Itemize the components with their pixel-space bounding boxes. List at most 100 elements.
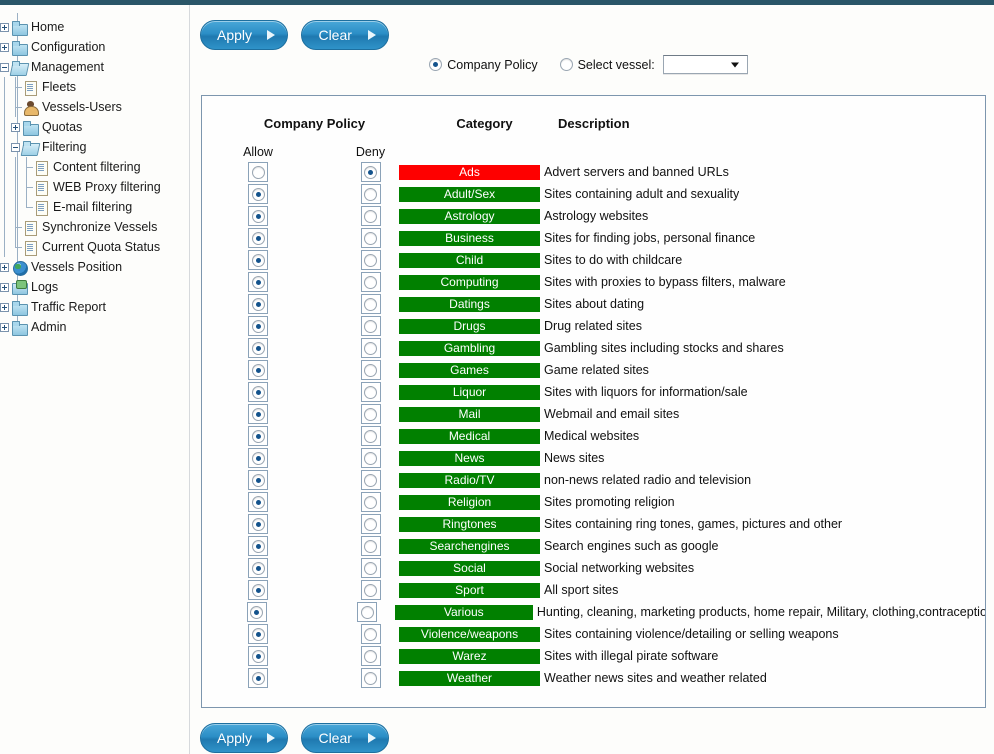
sidebar-item-e-mail-filtering[interactable]: E-mail filtering [0,197,189,217]
clear-button-bottom[interactable]: Clear [301,723,390,753]
allow-radio-box[interactable] [248,228,268,248]
sidebar-item-home[interactable]: Home [0,17,189,37]
deny-radio[interactable] [364,165,377,179]
expand-icon[interactable] [11,122,20,132]
allow-radio-box[interactable] [248,184,268,204]
deny-radio-box[interactable] [360,492,381,512]
sidebar-item-current-quota-status[interactable]: Current Quota Status [0,237,189,257]
vessel-dropdown[interactable] [662,55,748,74]
deny-radio[interactable] [364,187,377,201]
allow-radio-box[interactable] [248,382,268,402]
deny-radio-box[interactable] [360,580,381,600]
deny-radio-box[interactable] [360,272,381,292]
deny-radio[interactable] [364,495,377,509]
allow-radio[interactable] [250,605,264,619]
deny-radio[interactable] [364,671,377,685]
deny-radio[interactable] [364,319,377,333]
allow-radio[interactable] [251,561,265,575]
company-policy-radio[interactable] [429,58,443,71]
deny-radio-box[interactable] [360,360,381,380]
sidebar-item-logs[interactable]: Logs [0,277,189,297]
deny-radio[interactable] [364,539,377,553]
allow-radio-box[interactable] [248,316,268,336]
deny-radio[interactable] [364,627,377,641]
deny-radio[interactable] [364,429,377,443]
deny-radio-box[interactable] [360,184,381,204]
deny-radio[interactable] [364,561,377,575]
deny-radio[interactable] [364,253,377,267]
allow-radio-box[interactable] [246,602,267,622]
sidebar-item-management[interactable]: Management [0,57,189,77]
deny-radio[interactable] [364,517,377,531]
allow-radio[interactable] [251,363,265,377]
sidebar-item-web-proxy-filtering[interactable]: WEB Proxy filtering [0,177,189,197]
deny-radio-box[interactable] [360,624,381,644]
expand-icon[interactable] [0,22,9,32]
allow-radio-box[interactable] [248,206,268,226]
allow-radio[interactable] [251,451,265,465]
allow-radio[interactable] [251,517,265,531]
expand-icon[interactable] [0,302,9,312]
sidebar-item-content-filtering[interactable]: Content filtering [0,157,189,177]
deny-radio-box[interactable] [360,536,381,556]
deny-radio[interactable] [364,231,377,245]
allow-radio-box[interactable] [248,272,268,292]
deny-radio-box[interactable] [360,514,381,534]
deny-radio[interactable] [364,341,377,355]
deny-radio[interactable] [364,297,377,311]
allow-radio-box[interactable] [248,448,268,468]
allow-radio[interactable] [251,539,265,553]
select-vessel-radio[interactable] [559,58,573,71]
expand-icon[interactable] [0,42,9,52]
sidebar-item-synchronize-vessels[interactable]: Synchronize Vessels [0,217,189,237]
apply-button-bottom[interactable]: Apply [200,723,288,753]
allow-radio-box[interactable] [248,294,268,314]
deny-radio-box[interactable] [360,338,381,358]
allow-radio-box[interactable] [248,338,268,358]
sidebar-item-fleets[interactable]: Fleets [0,77,189,97]
allow-radio-box[interactable] [248,250,268,270]
deny-radio[interactable] [364,583,377,597]
allow-radio[interactable] [251,297,265,311]
allow-radio[interactable] [251,473,265,487]
sidebar-item-vessels-users[interactable]: Vessels-Users [0,97,189,117]
deny-radio-box[interactable] [360,316,381,336]
deny-radio-box[interactable] [360,228,381,248]
allow-radio[interactable] [251,429,265,443]
allow-radio[interactable] [251,209,265,223]
deny-radio-box[interactable] [360,426,381,446]
sidebar-item-traffic-report[interactable]: Traffic Report [0,297,189,317]
collapse-icon[interactable] [11,142,20,152]
deny-radio[interactable] [364,407,377,421]
sidebar-item-filtering[interactable]: Filtering [0,137,189,157]
sidebar-item-vessels-position[interactable]: Vessels Position [0,257,189,277]
expand-icon[interactable] [0,262,9,272]
deny-radio[interactable] [364,385,377,399]
deny-radio-box[interactable] [360,206,381,226]
allow-radio-box[interactable] [248,426,268,446]
allow-radio-box[interactable] [248,404,268,424]
allow-radio[interactable] [251,583,265,597]
allow-radio[interactable] [251,165,265,179]
deny-radio-box[interactable] [360,294,381,314]
deny-radio-box[interactable] [360,646,381,666]
sidebar-item-configuration[interactable]: Configuration [0,37,189,57]
sidebar-item-quotas[interactable]: Quotas [0,117,189,137]
deny-radio-box[interactable] [360,404,381,424]
allow-radio-box[interactable] [248,646,268,666]
allow-radio[interactable] [251,231,265,245]
deny-radio-box[interactable] [360,448,381,468]
allow-radio[interactable] [251,187,265,201]
deny-radio[interactable] [364,473,377,487]
allow-radio[interactable] [251,627,265,641]
deny-radio-box[interactable] [360,470,381,490]
allow-radio[interactable] [251,275,265,289]
allow-radio-box[interactable] [248,470,268,490]
company-policy-option[interactable]: Company Policy [429,58,538,72]
deny-radio-box[interactable] [360,558,381,578]
expand-icon[interactable] [0,322,9,332]
collapse-icon[interactable] [0,62,9,72]
deny-radio[interactable] [364,649,377,663]
apply-button-top[interactable]: Apply [200,20,288,50]
allow-radio[interactable] [251,341,265,355]
